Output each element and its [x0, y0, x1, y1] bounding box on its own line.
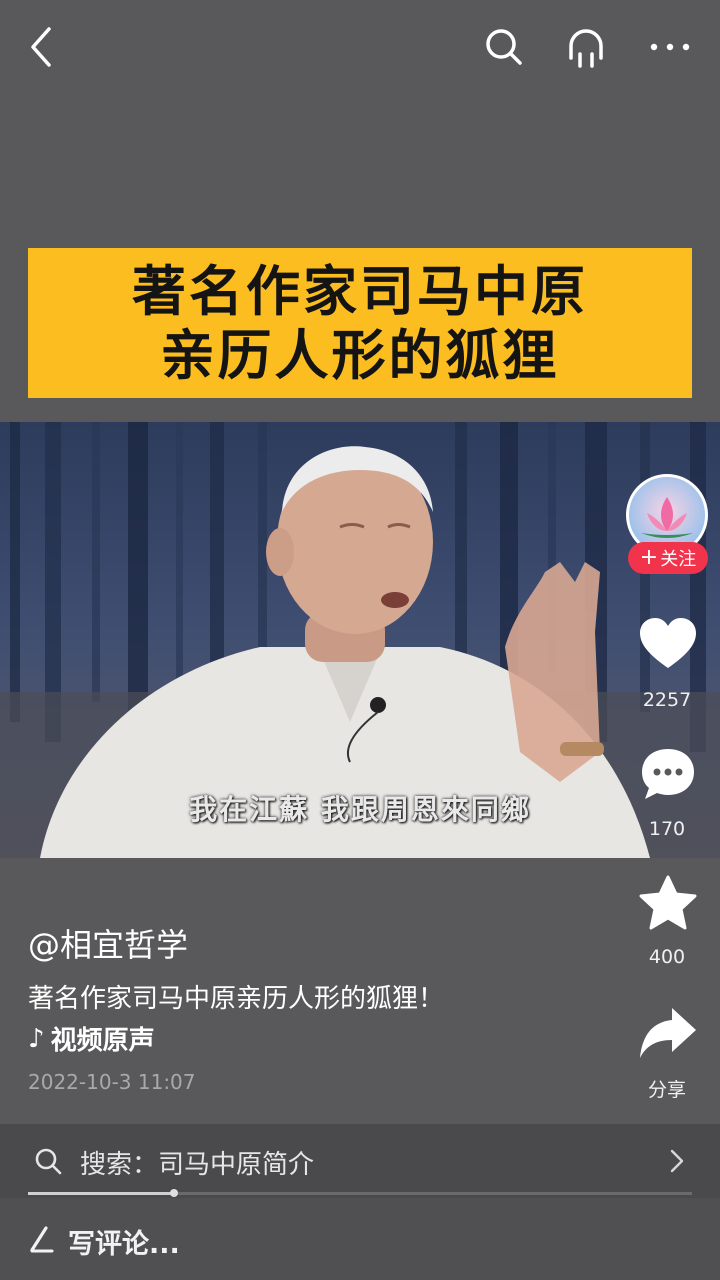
- video-caption: 著名作家司马中原亲历人形的狐狸！: [28, 984, 445, 1014]
- music-label: 视频原声: [50, 1026, 155, 1056]
- banner-line-2: 亲历人形的狐狸: [160, 323, 560, 387]
- back-button[interactable]: [16, 22, 66, 72]
- search-button[interactable]: [479, 22, 529, 72]
- follow-label: 关注: [660, 549, 697, 570]
- plus-icon: +: [639, 545, 659, 570]
- search-query: 司马中原简介: [158, 1150, 315, 1180]
- comment-input-bar[interactable]: 写评论...: [0, 1198, 720, 1280]
- headphones-icon: [569, 29, 603, 68]
- progress-fill: [28, 1192, 175, 1195]
- follow-button[interactable]: + 关注: [628, 542, 708, 574]
- share-arrow-icon: [640, 1008, 696, 1058]
- related-search-text: 搜索：司马中原简介: [80, 1144, 314, 1181]
- more-dots-icon: [650, 43, 690, 51]
- like-button[interactable]: [638, 616, 698, 672]
- comment-button[interactable]: [639, 746, 697, 802]
- listen-button[interactable]: [561, 22, 611, 72]
- star-icon: [639, 875, 697, 930]
- search-icon: [486, 29, 522, 65]
- favorite-count: 400: [648, 946, 686, 968]
- video-progress-bar[interactable]: [28, 1189, 692, 1197]
- search-prefix: 搜索：: [80, 1150, 159, 1180]
- search-small-icon: [35, 1148, 62, 1175]
- author-name[interactable]: @相宜哲学: [28, 920, 188, 966]
- banner-line-1: 著名作家司马中原: [132, 259, 588, 323]
- music-link[interactable]: ♪ 视频原声: [28, 1020, 155, 1057]
- comment-count: 170: [648, 818, 686, 840]
- chevron-right-icon: [670, 1149, 684, 1173]
- favorite-button[interactable]: [638, 874, 698, 932]
- more-button[interactable]: [645, 22, 695, 72]
- comment-bubble-icon: [642, 749, 694, 799]
- comment-placeholder: 写评论...: [68, 1229, 180, 1260]
- video-subtitle: 我在江蘇 我跟周恩來同鄉: [189, 793, 531, 826]
- like-count: 2257: [642, 689, 692, 711]
- chevron-left-icon: [31, 27, 51, 67]
- heart-icon: [640, 618, 696, 668]
- share-label: 分享: [647, 1079, 686, 1101]
- video-player[interactable]: 我在江蘇 我跟周恩來同鄉: [0, 422, 720, 858]
- publish-date: 2022-10-3 11:07: [28, 1070, 196, 1094]
- video-title-banner: 著名作家司马中原 亲历人形的狐狸: [28, 248, 692, 398]
- related-search-bar[interactable]: 搜索：司马中原简介: [0, 1124, 720, 1198]
- pen-icon: [30, 1226, 54, 1253]
- share-button[interactable]: [638, 1004, 698, 1060]
- music-note-icon: ♪: [28, 1023, 45, 1054]
